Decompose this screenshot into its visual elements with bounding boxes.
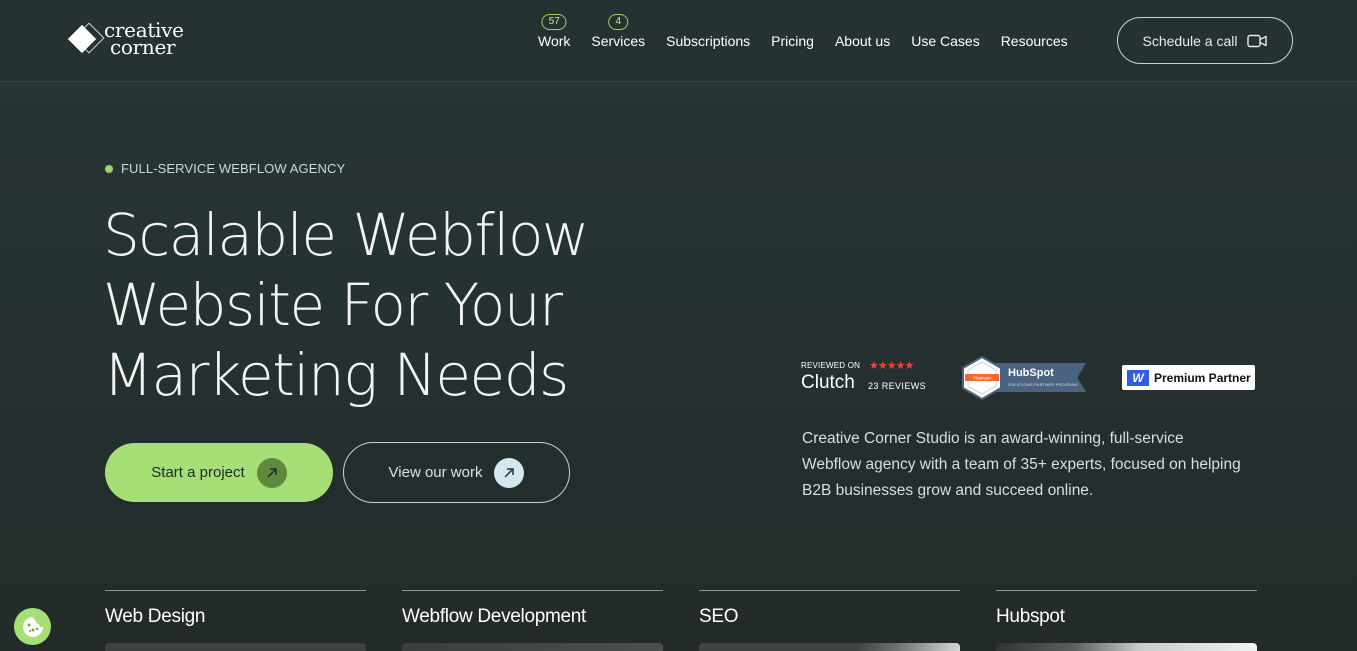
- services-count-badge: 4: [608, 14, 629, 30]
- nav-work-label: Work: [538, 33, 571, 49]
- site-header: creative corner 57 Work 4 Services Subsc…: [0, 0, 1357, 82]
- logo-line-2: corner: [110, 35, 176, 59]
- cookie-icon: [22, 616, 43, 637]
- hubspot-partner-badge[interactable]: Platinum HubSpot SOLUTIONS PARTNER PROGR…: [958, 356, 1088, 400]
- clutch-review-count: 23 REVIEWS: [868, 381, 927, 391]
- schedule-call-label: Schedule a call: [1142, 32, 1238, 49]
- hero-title-line-2: Website For Your: [103, 271, 563, 339]
- status-dot-icon: [105, 164, 113, 173]
- service-title: SEO: [699, 606, 739, 627]
- view-work-label: View our work: [388, 464, 483, 481]
- service-card-hubspot[interactable]: Hubspot: [996, 590, 1257, 651]
- service-thumbnail: [699, 643, 960, 651]
- cookie-settings-button[interactable]: [14, 608, 51, 645]
- nav-about-us[interactable]: About us: [835, 33, 890, 49]
- clutch-badge[interactable]: REVIEWED ON ★★★★★ Clutch 23 REVIEWS: [801, 360, 931, 397]
- clutch-logo: Clutch: [801, 372, 855, 393]
- nav-services-label: Services: [591, 33, 646, 49]
- arrow-up-right-icon: [494, 457, 525, 488]
- platinum-hexagon-icon: Platinum: [962, 356, 1002, 400]
- nav-pricing[interactable]: Pricing: [771, 33, 814, 49]
- webflow-logo-icon: W: [1127, 369, 1149, 386]
- logo-diamond-icon: [67, 22, 105, 54]
- hero-description: Creative Corner Studio is an award-winni…: [802, 430, 1241, 499]
- start-project-button[interactable]: Start a project: [105, 443, 333, 502]
- service-thumbnail: [402, 643, 663, 651]
- video-camera-icon: [1247, 34, 1268, 47]
- hubspot-tier: Platinum: [973, 376, 991, 381]
- eyebrow-text: FULL-SERVICE WEBFLOW AGENCY: [121, 161, 346, 176]
- services-row: Web Design Webflow Development SEO Hubsp…: [105, 590, 1257, 651]
- clutch-reviewed-on: REVIEWED ON: [801, 361, 861, 370]
- nav-work[interactable]: 57 Work: [538, 14, 571, 49]
- hubspot-logo: HubSpot: [1008, 367, 1054, 379]
- hero-title: Scalable Webflow Website For Your Market…: [103, 200, 723, 410]
- hero-title-line-3: Marketing Needs: [103, 341, 569, 409]
- nav-subscriptions[interactable]: Subscriptions: [666, 33, 750, 49]
- service-card-webflow-development[interactable]: Webflow Development: [402, 590, 663, 651]
- view-work-button[interactable]: View our work: [343, 442, 570, 503]
- arrow-up-right-icon: [256, 457, 287, 488]
- service-thumbnail: [996, 643, 1257, 651]
- service-card-seo[interactable]: SEO: [699, 590, 960, 651]
- hubspot-program: SOLUTIONS PARTNER PROGRAM: [1008, 382, 1078, 387]
- logo[interactable]: creative corner: [67, 20, 184, 59]
- work-count-badge: 57: [541, 14, 567, 30]
- main-nav: 57 Work 4 Services Subscriptions Pricing…: [538, 0, 1068, 82]
- logo-wordmark: creative corner: [104, 20, 184, 59]
- nav-use-cases[interactable]: Use Cases: [911, 33, 979, 49]
- premium-partner-label: Premium Partner: [1154, 370, 1251, 385]
- hero-title-line-1: Scalable Webflow: [103, 201, 589, 269]
- clutch-stars: ★★★★★: [869, 360, 914, 372]
- nav-services[interactable]: 4 Services: [591, 14, 646, 49]
- schedule-call-button[interactable]: Schedule a call: [1117, 17, 1293, 64]
- webflow-premium-partner-badge[interactable]: W Premium Partner: [1122, 365, 1255, 390]
- service-title: Webflow Development: [402, 606, 587, 627]
- service-card-web-design[interactable]: Web Design: [105, 590, 366, 651]
- nav-resources[interactable]: Resources: [1001, 33, 1068, 49]
- start-project-label: Start a project: [151, 464, 245, 481]
- eyebrow: FULL-SERVICE WEBFLOW AGENCY: [105, 161, 345, 176]
- service-title: Hubspot: [996, 606, 1065, 627]
- service-title: Web Design: [105, 606, 206, 627]
- service-thumbnail: [105, 643, 366, 651]
